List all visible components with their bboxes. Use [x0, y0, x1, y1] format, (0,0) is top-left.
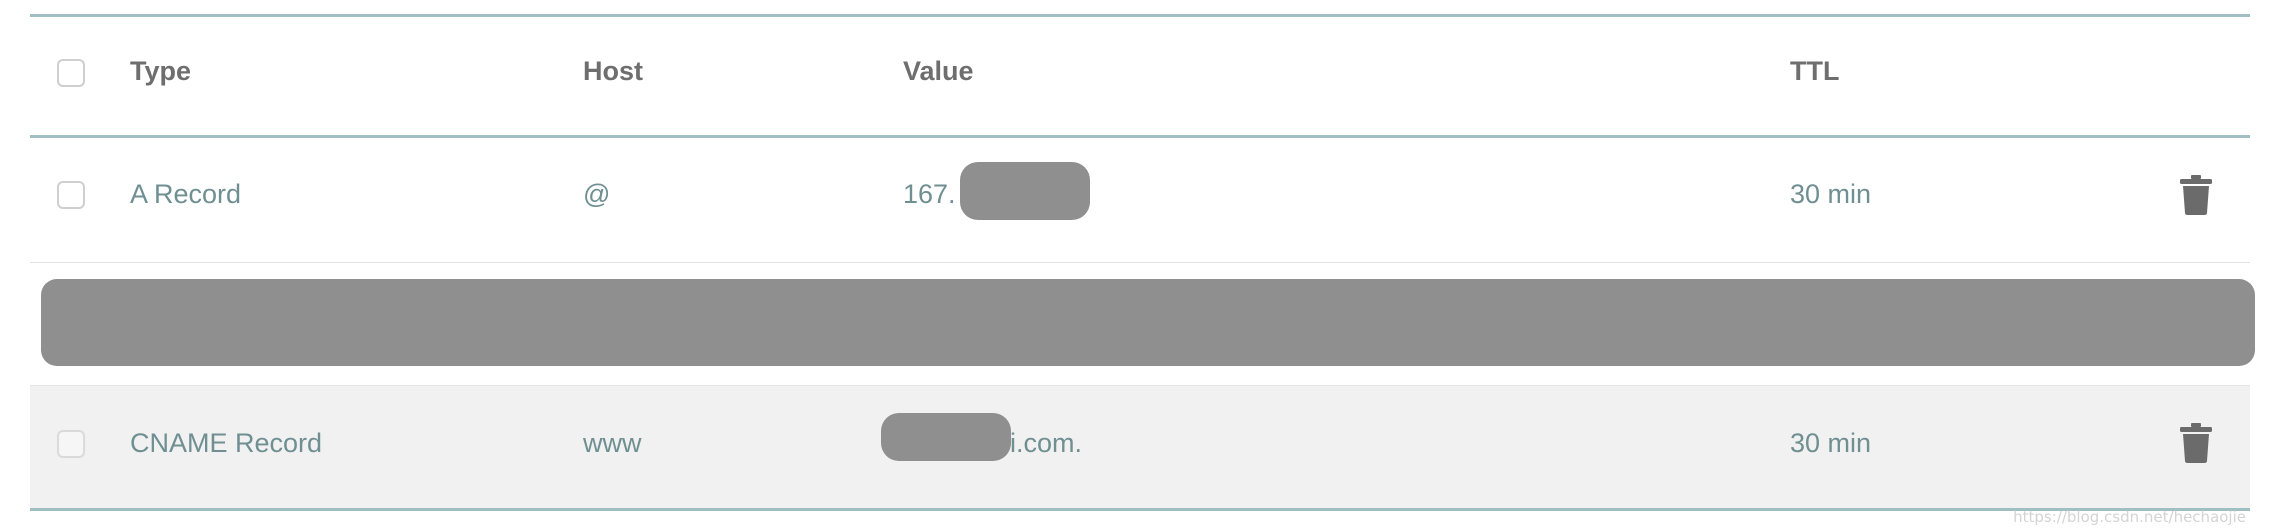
- table-top-border: [30, 14, 2250, 17]
- record-ttl: 30 min: [1790, 428, 1872, 458]
- table-bottom-border: [30, 508, 2250, 511]
- trash-icon[interactable]: [2180, 423, 2212, 463]
- record-type: A Record: [130, 179, 242, 209]
- select-all-checkbox[interactable]: [57, 59, 85, 87]
- record-value: 167.: [903, 179, 956, 209]
- column-header-value[interactable]: Value: [903, 56, 974, 87]
- column-header-host[interactable]: Host: [583, 56, 643, 87]
- record-host: @: [583, 179, 611, 209]
- watermark: https://blog.csdn.net/hechaojie: [2013, 508, 2246, 526]
- column-header-type[interactable]: Type: [130, 56, 191, 87]
- record-host: www: [583, 428, 642, 458]
- trash-icon[interactable]: [2180, 175, 2212, 215]
- record-ttl: 30 min: [1790, 179, 1872, 209]
- record-type: CNAME Record: [130, 428, 323, 458]
- dns-records-table: Type Host Value TTL A Record @ 167. 30 m…: [30, 0, 2255, 530]
- record-value: i.com.: [1010, 428, 1083, 458]
- header-divider: [30, 135, 2250, 138]
- column-header-ttl[interactable]: TTL: [1790, 56, 1839, 87]
- row-checkbox[interactable]: [57, 430, 85, 458]
- redacted-row: [41, 279, 2255, 366]
- row-checkbox[interactable]: [57, 181, 85, 209]
- redaction-block: [881, 413, 1011, 461]
- row-divider: [30, 262, 2250, 263]
- row-highlight: [30, 386, 2250, 508]
- redaction-block: [960, 162, 1090, 220]
